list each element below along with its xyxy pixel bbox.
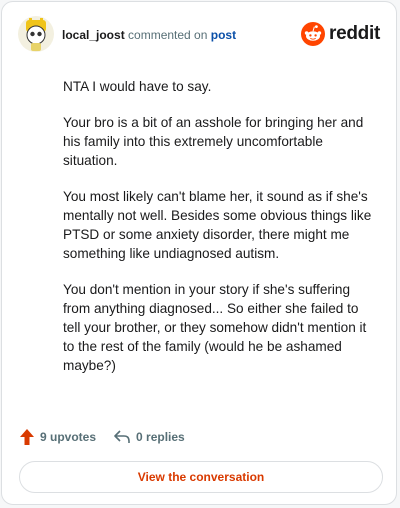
reply-button[interactable]: 0 replies xyxy=(114,430,185,444)
reddit-logo[interactable]: reddit xyxy=(301,22,380,46)
reddit-snoo-icon xyxy=(301,22,326,46)
comment-card: local_joost commented on post reddit NTA… xyxy=(1,1,397,505)
comment-body: NTA I would have to say. Your bro is a b… xyxy=(63,77,379,392)
arrow-up-icon xyxy=(20,429,34,445)
reply-arrow-icon xyxy=(114,430,130,443)
user-avatar[interactable] xyxy=(18,16,54,52)
comment-actions: 9 upvotes 0 replies xyxy=(20,427,185,447)
byline: local_joost commented on post xyxy=(62,28,236,42)
comment-paragraph: You most likely can't blame her, it soun… xyxy=(63,189,372,261)
brand-wordmark: reddit xyxy=(329,23,380,44)
reply-count: 0 replies xyxy=(136,430,185,444)
commented-on-text: commented on xyxy=(128,28,208,42)
comment-paragraph: NTA I would have to say. xyxy=(63,79,212,94)
comment-paragraph: You don't mention in your story if she's… xyxy=(63,282,367,373)
view-conversation-button[interactable]: View the conversation xyxy=(19,461,383,493)
comment-header: local_joost commented on post reddit xyxy=(18,16,380,52)
upvote-button[interactable]: 9 upvotes xyxy=(20,429,96,445)
post-link[interactable]: post xyxy=(211,28,236,42)
upvote-count: 9 upvotes xyxy=(40,430,97,444)
username-link[interactable]: local_joost xyxy=(62,28,125,42)
comment-paragraph: Your bro is a bit of an asshole for brin… xyxy=(63,115,364,168)
